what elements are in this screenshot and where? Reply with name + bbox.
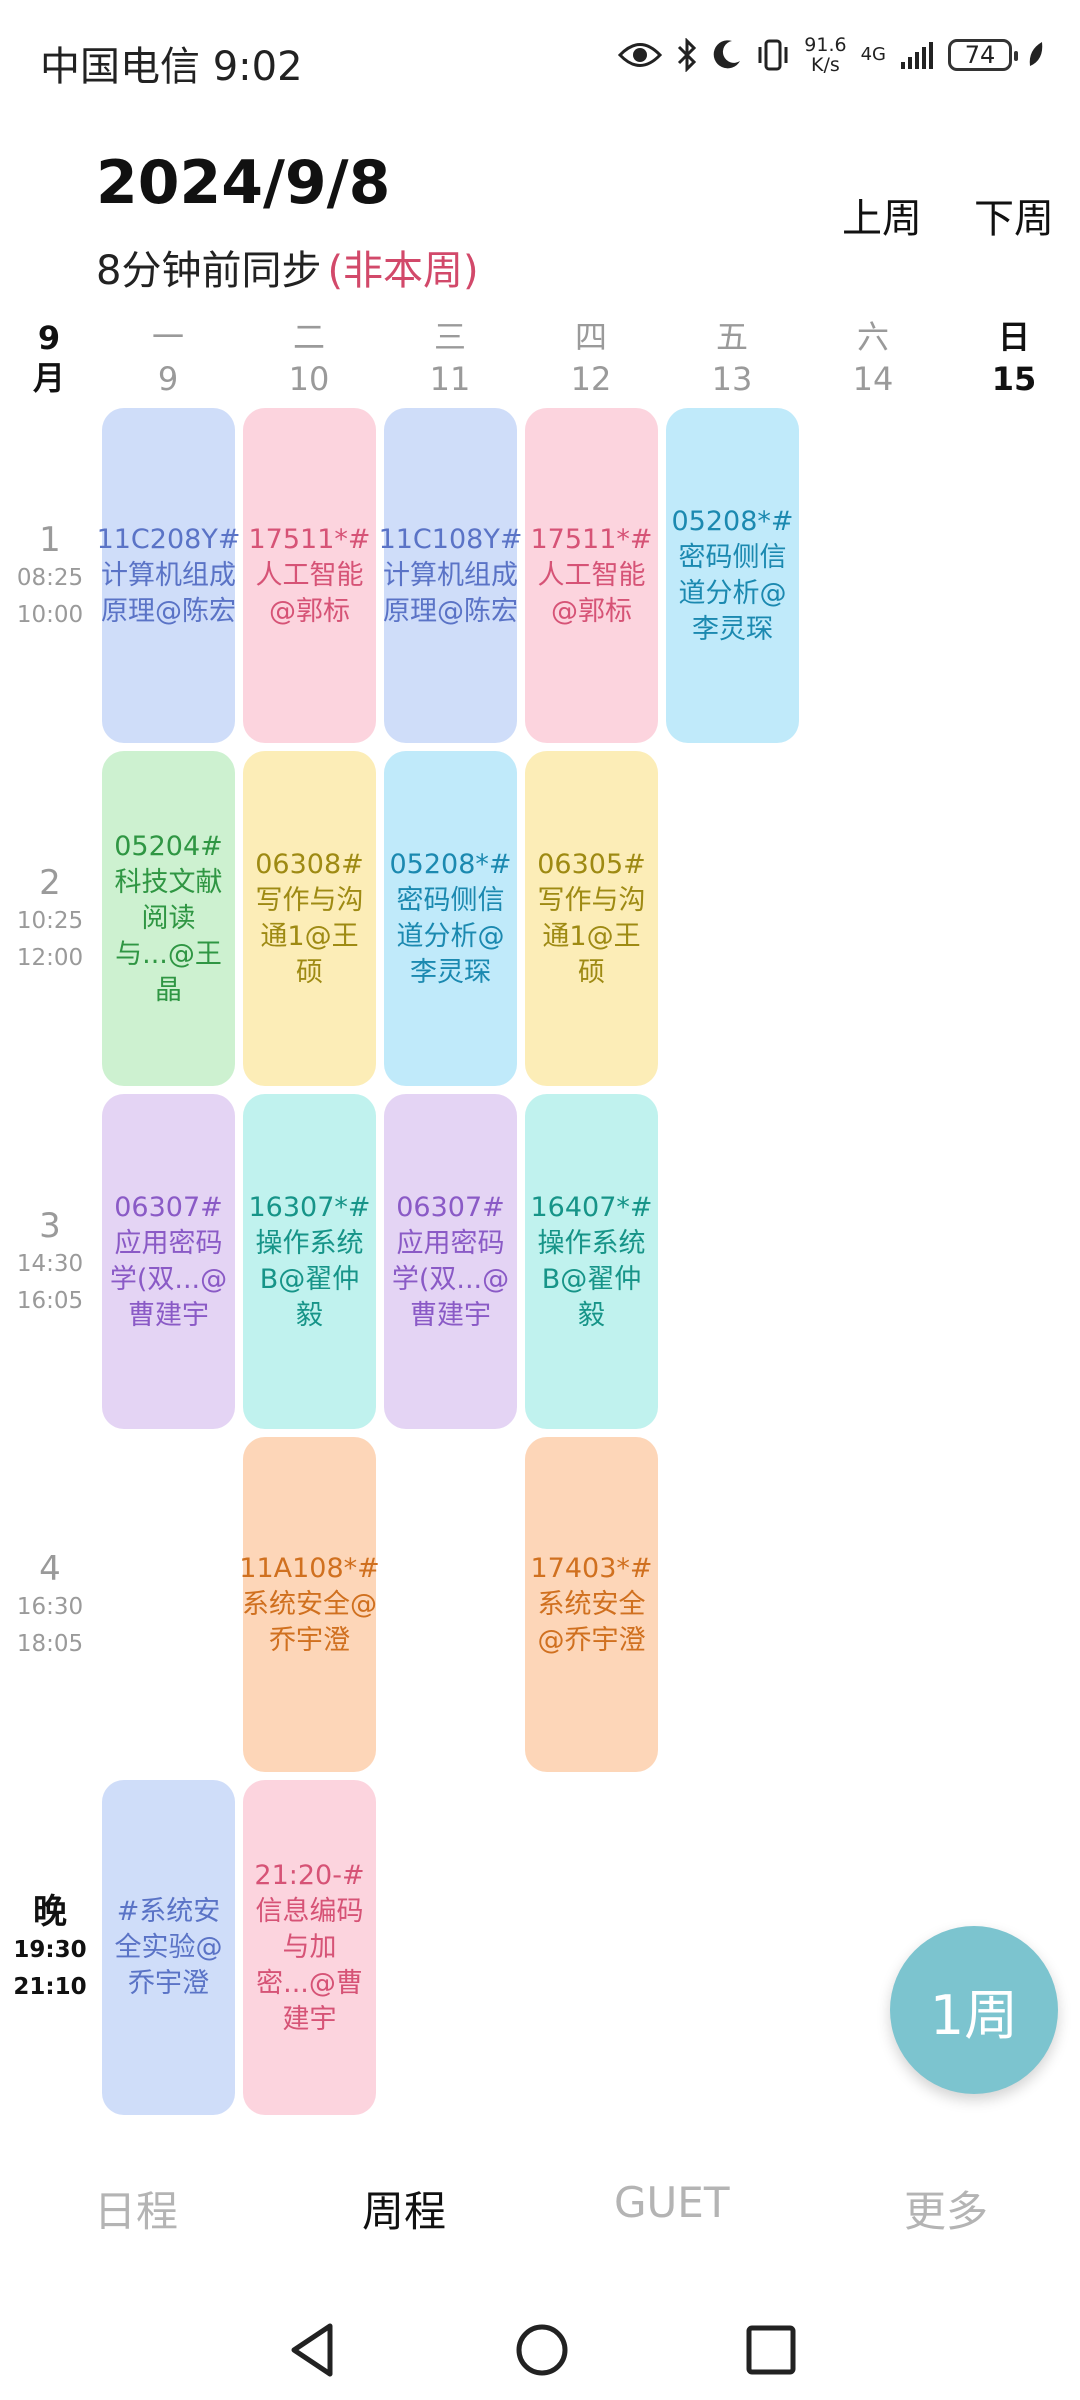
net-speed: 91.6 K/s [804, 34, 847, 76]
battery-indicator: 74 [948, 39, 1018, 71]
course-card[interactable]: 16307*#操作系统B@翟仲毅 [243, 1094, 376, 1429]
tab-guet[interactable]: GUET [614, 2178, 729, 2227]
recents-icon[interactable] [744, 2320, 798, 2380]
day-header-fri: 五 13 [711, 318, 753, 398]
day-header-mon: 一9 [151, 318, 184, 398]
day-header-wed: 三 11 [429, 318, 471, 398]
network-type: 4G [860, 44, 886, 65]
slot-3-label: 3 14:30 16:05 [16, 1206, 84, 1314]
system-nav-bar [0, 2300, 1080, 2400]
tab-more[interactable]: 更多 [904, 2178, 988, 2239]
course-card[interactable]: 05204#科技文献阅读与...@王晶 [102, 751, 235, 1086]
current-week-fab[interactable]: 1周 [890, 1926, 1058, 2094]
day-header-sat: 六 14 [852, 318, 894, 398]
day-header-sun: 日 15 [991, 318, 1037, 398]
course-card[interactable]: #系统安全实验@乔宇澄 [102, 1780, 235, 2115]
month-label: 9月 [32, 319, 65, 397]
course-card[interactable]: 17511*#人工智能@郭标 [243, 408, 376, 743]
course-card[interactable]: 17403*#系统安全@乔宇澄 [525, 1437, 658, 1772]
leaf-icon [1029, 42, 1043, 66]
vibrate-icon [758, 39, 788, 71]
slot-evening-label: 晚 19:30 21:10 [13, 1892, 87, 2000]
carrier-time: 中国电信 9:02 [40, 44, 303, 90]
bottom-nav: 日程 周程 GUET 更多 [0, 2160, 1080, 2250]
course-card[interactable]: 05208*#密码侧信道分析@李灵琛 [384, 751, 517, 1086]
back-icon[interactable] [286, 2320, 338, 2380]
next-week-button[interactable]: 下周 [974, 186, 1054, 244]
sync-status: 8分钟前同步 (非本周) [96, 248, 479, 294]
course-card[interactable]: 05208*#密码侧信道分析@李灵琛 [666, 408, 799, 743]
status-icons: 91.6 K/s 4G 74 [618, 30, 1046, 80]
bluetooth-icon [678, 38, 697, 72]
slot-2-label: 2 10:25 12:00 [16, 863, 84, 971]
course-card[interactable]: 06305#写作与沟通1@王硕 [525, 751, 658, 1086]
moon-icon [713, 40, 741, 69]
eye-icon [618, 43, 663, 67]
slot-4-label: 4 16:30 18:05 [16, 1549, 84, 1657]
day-header-thu: 四 12 [570, 318, 612, 398]
day-header-tue: 二 10 [288, 318, 330, 398]
home-icon[interactable] [514, 2320, 570, 2380]
status-bar: 中国电信 9:02 91.6 K/s 4G 74 [0, 0, 1080, 110]
tab-schedule[interactable]: 日程 [94, 2178, 178, 2239]
course-card[interactable]: 17511*#人工智能@郭标 [525, 408, 658, 743]
course-card[interactable]: 06307#应用密码学(双...@曹建宇 [384, 1094, 517, 1429]
page-title: 2024/9/8 [96, 148, 391, 218]
course-card[interactable]: 11C108Y#计算机组成原理@陈宏 [379, 408, 522, 743]
course-card[interactable]: 11C208Y#计算机组成原理@陈宏 [97, 408, 240, 743]
prev-week-button[interactable]: 上周 [842, 186, 922, 244]
course-card[interactable]: 16407*#操作系统B@翟仲毅 [525, 1094, 658, 1429]
course-card[interactable]: 21:20-#信息编码与加密...@曹建宇 [243, 1780, 376, 2115]
not-this-week-label: (非本周) [327, 248, 479, 294]
signal-icon [901, 42, 933, 69]
slot-1-label: 1 08:25 10:00 [16, 520, 84, 628]
course-card[interactable]: 06307#应用密码学(双...@曹建宇 [102, 1094, 235, 1429]
course-card[interactable]: 06308#写作与沟通1@王硕 [243, 751, 376, 1086]
tab-week-schedule[interactable]: 周程 [362, 2178, 446, 2239]
course-card[interactable]: 11A108*#系统安全@乔宇澄 [239, 1437, 380, 1772]
